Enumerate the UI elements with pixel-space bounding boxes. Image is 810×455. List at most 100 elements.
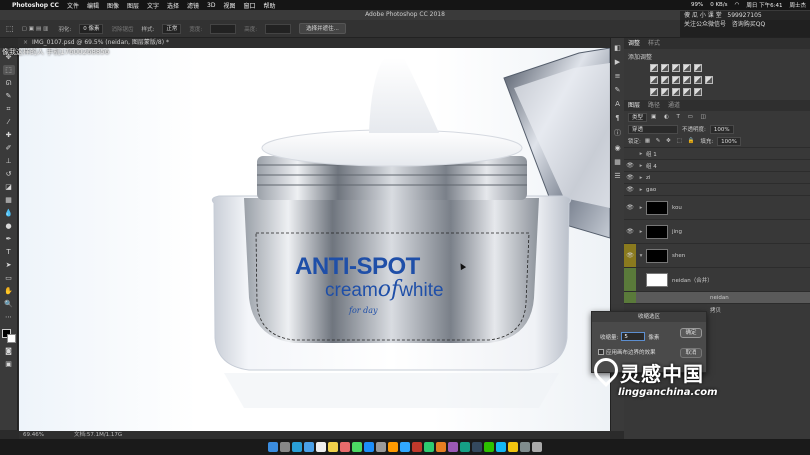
type-tool-icon[interactable]: T (3, 247, 15, 257)
launchpad-icon[interactable] (280, 442, 290, 452)
app-icon[interactable] (508, 442, 518, 452)
marquee-tool-icon[interactable]: ⬚ (2, 65, 15, 75)
height-input[interactable] (265, 23, 292, 34)
width-input[interactable] (210, 23, 237, 34)
brightness-icon[interactable] (650, 64, 658, 72)
antialias-checkbox[interactable]: 消除锯齿 (111, 25, 133, 33)
tab-paths[interactable]: 路径 (648, 100, 660, 111)
info-panel-icon[interactable]: ⓘ (614, 128, 621, 138)
layer-mask-thumbnail[interactable] (646, 248, 668, 263)
finder-icon[interactable] (268, 442, 278, 452)
safari-icon[interactable] (292, 442, 302, 452)
layer-row-selected[interactable]: neidan (624, 291, 810, 304)
quick-select-tool-icon[interactable]: ✎ (3, 91, 15, 101)
settings-icon[interactable] (376, 442, 386, 452)
ok-button[interactable]: 确定 (680, 328, 702, 338)
hue-sat-icon[interactable] (650, 76, 658, 84)
zoom-level[interactable]: 69.46% (23, 431, 44, 439)
visibility-eye-icon[interactable] (624, 291, 636, 304)
more-tools-icon[interactable]: ⋯ (3, 312, 15, 322)
wifi-icon[interactable]: ◠ (735, 2, 740, 8)
tab-styles[interactable]: 样式 (648, 38, 660, 49)
menu-type[interactable]: 文字 (147, 1, 159, 10)
vibrance-icon[interactable] (694, 64, 702, 72)
layer-mask-thumbnail[interactable] (646, 224, 668, 239)
layer-row[interactable]: 👁 ▸ kou (624, 195, 810, 219)
exposure-icon[interactable] (683, 64, 691, 72)
dodge-tool-icon[interactable]: ● (3, 221, 15, 231)
contract-amount-input[interactable]: 5 (621, 332, 646, 341)
folder-icon[interactable]: ▸ (636, 151, 646, 157)
stamp-tool-icon[interactable]: ⊥ (3, 156, 15, 166)
layer-row[interactable]: 👁 ▸ 组 4 (624, 159, 810, 171)
photoshop-icon[interactable] (400, 442, 410, 452)
checkbox-box[interactable] (598, 349, 604, 355)
levels-icon[interactable] (661, 64, 669, 72)
layer-row[interactable]: 👁 ▸ zi (624, 171, 810, 183)
path-select-tool-icon[interactable]: ➤ (3, 260, 15, 270)
color-panel-icon[interactable]: ◉ (614, 144, 620, 152)
pen-tool-icon[interactable]: ✒ (3, 234, 15, 244)
bw-icon[interactable] (672, 76, 680, 84)
zoom-tool-icon[interactable]: 🔍 (3, 299, 15, 309)
fill-input[interactable]: 100% (717, 136, 741, 146)
crop-tool-icon[interactable]: ⌗ (3, 104, 15, 114)
photo-filter-icon[interactable] (683, 76, 691, 84)
eyedropper-tool-icon[interactable]: ⁄ (3, 117, 15, 127)
color-lookup-icon[interactable] (705, 76, 713, 84)
brush-tool-icon[interactable]: ✐ (3, 143, 15, 153)
invert-icon[interactable] (650, 88, 658, 96)
visibility-eye-icon[interactable] (624, 267, 636, 292)
user-name[interactable]: 周士杰 (789, 1, 806, 9)
menu-view[interactable]: 视图 (223, 1, 235, 10)
folder-icon[interactable]: ▸ (636, 163, 646, 169)
layer-row[interactable]: neidan（合并） (624, 267, 810, 292)
app-icon[interactable] (472, 442, 482, 452)
channel-mixer-icon[interactable] (694, 76, 702, 84)
posterize-icon[interactable] (661, 88, 669, 96)
gradient-tool-icon[interactable]: ▦ (3, 195, 15, 205)
eraser-tool-icon[interactable]: ◪ (3, 182, 15, 192)
menu-help[interactable]: 帮助 (264, 1, 276, 10)
messages-icon[interactable] (352, 442, 362, 452)
menu-select[interactable]: 选择 (167, 1, 179, 10)
layer-kind-select[interactable]: 类型 (628, 112, 648, 122)
layer-row[interactable]: 👁 ▸ jing (624, 219, 810, 243)
menu-window[interactable]: 窗口 (244, 1, 256, 10)
lasso-tool-icon[interactable]: ᘏ (3, 78, 15, 88)
folder-icon[interactable]: ▸ (636, 229, 646, 235)
visibility-eye-icon[interactable]: 👁 (624, 204, 636, 211)
actions-panel-icon[interactable]: ▶ (615, 58, 620, 66)
threshold-icon[interactable] (672, 88, 680, 96)
trash-icon[interactable] (532, 442, 542, 452)
cancel-button[interactable]: 取消 (680, 348, 702, 358)
history-brush-icon[interactable]: ↺ (3, 169, 15, 179)
clock[interactable]: 周日 下午6:41 (746, 1, 782, 9)
layer-mask-thumbnail[interactable] (646, 200, 668, 215)
history-panel-icon[interactable]: ◧ (614, 44, 621, 52)
appstore-icon[interactable] (364, 442, 374, 452)
app-icon[interactable] (412, 442, 422, 452)
gradient-map-icon[interactable] (683, 88, 691, 96)
visibility-eye-icon[interactable]: 👁 (624, 228, 636, 235)
doc-size[interactable]: 文档:57.1M/1.17G (74, 431, 122, 439)
swatches-panel-icon[interactable]: ▦ (614, 158, 621, 166)
quick-mask-icon[interactable]: ◙ (3, 346, 15, 356)
tab-channels[interactable]: 通道 (668, 100, 680, 111)
layer-row[interactable]: 👁 ▾ shen (624, 243, 810, 268)
wechat-icon[interactable] (484, 442, 494, 452)
app-icon[interactable] (520, 442, 530, 452)
blend-mode-select[interactable]: 穿透 (628, 124, 678, 134)
brush-panel-icon[interactable]: ✎ (615, 86, 621, 94)
menu-3d[interactable]: 3D (207, 2, 215, 9)
menu-layer[interactable]: 图层 (127, 1, 139, 10)
color-swatches[interactable] (1, 329, 16, 343)
layer-filter-icons[interactable]: ▣ ◐ T ▭ ◫ (651, 114, 709, 120)
folder-icon[interactable]: ▸ (636, 175, 646, 181)
healing-tool-icon[interactable]: ✚ (3, 130, 15, 140)
background-color[interactable] (6, 334, 16, 343)
selection-mode-icons[interactable]: ▢▣▤▥ (22, 26, 51, 32)
tab-adjustments[interactable]: 调整 (628, 38, 640, 49)
opacity-input[interactable]: 100% (709, 124, 734, 134)
feather-input[interactable]: 0 像素 (79, 23, 104, 34)
